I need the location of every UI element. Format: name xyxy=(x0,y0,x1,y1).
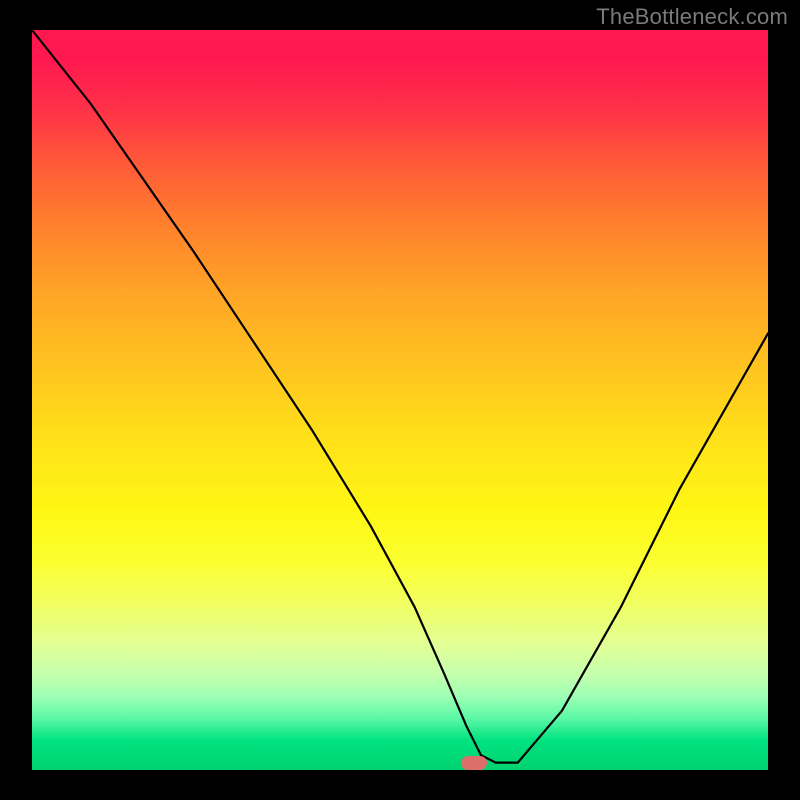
optimal-point-marker xyxy=(461,756,487,770)
plot-area xyxy=(32,30,768,770)
curve-path xyxy=(32,30,768,763)
watermark-text: TheBottleneck.com xyxy=(596,4,788,30)
chart-frame: TheBottleneck.com xyxy=(0,0,800,800)
bottleneck-curve xyxy=(32,30,768,770)
